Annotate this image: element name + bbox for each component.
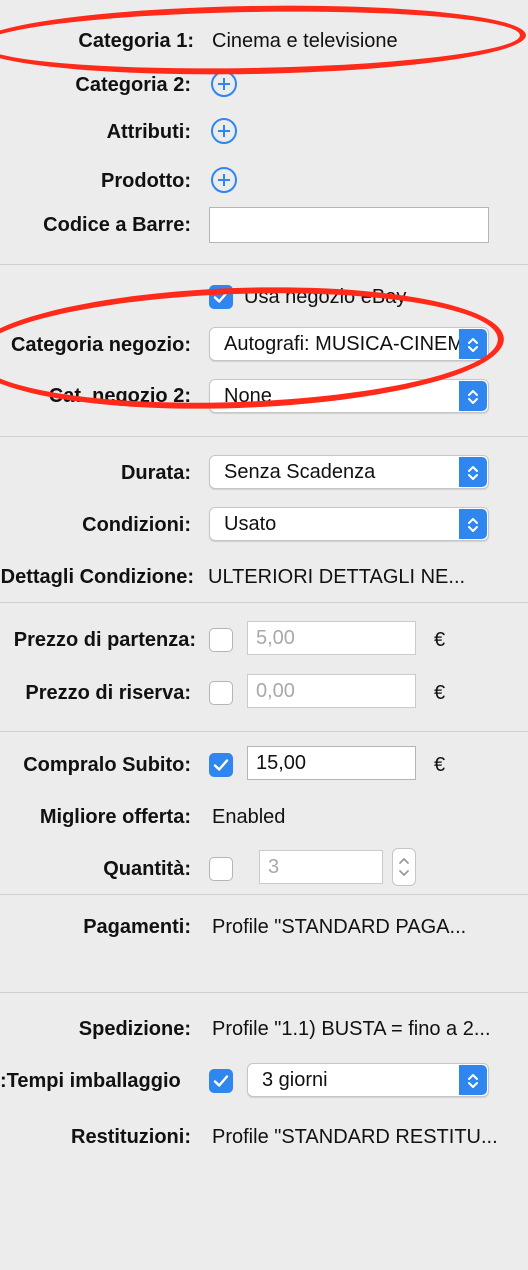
- compralo-subito-input[interactable]: 15,00: [247, 746, 416, 780]
- migliore-offerta-label: Migliore offerta:: [39, 806, 191, 828]
- separator: [0, 602, 528, 603]
- prezzo-partenza-label: Prezzo di partenza:: [13, 629, 196, 651]
- spedizione-label: Spedizione:: [78, 1018, 191, 1040]
- codice-barre-input[interactable]: [209, 207, 489, 243]
- quantita-label: Quantità:: [103, 858, 191, 880]
- cat-negozio2-popup[interactable]: None: [209, 379, 489, 413]
- compralo-subito-label: Compralo Subito:: [23, 754, 191, 776]
- durata-popup[interactable]: Senza Scadenza: [209, 455, 489, 489]
- categoria2-label: Categoria 2:: [75, 74, 191, 96]
- codice-barre-label: Codice a Barre:: [43, 214, 191, 236]
- prezzo-partenza-checkbox[interactable]: [209, 628, 233, 652]
- up-down-chevron-icon: [459, 509, 487, 539]
- durata-label: Durata:: [120, 462, 191, 484]
- separator: [0, 264, 528, 265]
- up-down-chevron-icon: [459, 381, 487, 411]
- categoria1-label: Categoria 1:: [78, 30, 194, 52]
- categoria2-add-icon[interactable]: [211, 71, 237, 97]
- attributi-label: Attributi:: [106, 121, 191, 143]
- prezzo-partenza-input[interactable]: 5,00: [247, 621, 416, 655]
- checkmark-icon: [213, 759, 229, 771]
- compralo-subito-checkbox[interactable]: [209, 753, 233, 777]
- quantita-checkbox[interactable]: [209, 857, 233, 881]
- categoria-negozio-label: Categoria negozio:: [10, 334, 191, 356]
- cat-negozio2-value: None: [224, 385, 272, 407]
- compralo-subito-currency: €: [434, 754, 446, 776]
- checkmark-icon: [213, 1075, 229, 1087]
- tempi-imballaggio-popup[interactable]: 3 giorni: [247, 1063, 489, 1097]
- restituzioni-label: Restituzioni:: [71, 1126, 191, 1148]
- prezzo-riserva-label: Prezzo di riserva:: [25, 682, 191, 704]
- dettagli-condizione-value: ULTERIORI DETTAGLI NE...: [208, 565, 480, 589]
- condizioni-popup[interactable]: Usato: [209, 507, 489, 541]
- prodotto-add-icon[interactable]: [211, 167, 237, 193]
- quantita-stepper[interactable]: [392, 848, 416, 886]
- spedizione-value: Profile "1.1) BUSTA = fino a 2...: [212, 1018, 491, 1040]
- prezzo-riserva-checkbox[interactable]: [209, 681, 233, 705]
- prezzo-riserva-currency: €: [434, 682, 446, 704]
- condizioni-value: Usato: [224, 513, 277, 535]
- prezzo-partenza-currency: €: [434, 629, 446, 651]
- usa-negozio-checkbox[interactable]: [209, 285, 233, 309]
- tempi-imballaggio-checkbox[interactable]: [209, 1069, 233, 1093]
- up-down-chevron-icon: [459, 457, 487, 487]
- separator: [0, 992, 528, 993]
- tempi-imballaggio-label: Tempi imballaggio:: [0, 1070, 181, 1092]
- quantita-input[interactable]: 3: [259, 850, 383, 884]
- dettagli-condizione-label: Dettagli Condizione:: [0, 566, 194, 588]
- categoria-negozio-value: Autografi: MUSICA-CINEMA: [224, 333, 478, 355]
- prezzo-riserva-input[interactable]: 0,00: [247, 674, 416, 708]
- restituzioni-value: Profile "STANDARD RESTITU...: [212, 1126, 498, 1148]
- attributi-add-icon[interactable]: [211, 118, 237, 144]
- cat-negozio2-label: Cat. negozio 2:: [48, 385, 191, 407]
- checkmark-icon: [213, 291, 229, 303]
- separator: [0, 731, 528, 732]
- up-down-chevron-icon: [459, 1065, 487, 1095]
- condizioni-label: Condizioni:: [82, 514, 191, 536]
- pagamenti-label: Pagamenti:: [83, 916, 191, 938]
- separator: [0, 894, 528, 895]
- durata-value: Senza Scadenza: [224, 461, 376, 483]
- separator: [0, 436, 528, 437]
- migliore-offerta-value: Enabled: [212, 806, 286, 828]
- up-down-chevron-icon: [399, 858, 409, 876]
- categoria1-value: Cinema e televisione: [212, 30, 398, 52]
- usa-negozio-label: Usa negozio eBay: [244, 286, 407, 308]
- pagamenti-value: Profile "STANDARD PAGA...: [212, 916, 467, 938]
- up-down-chevron-icon: [459, 329, 487, 359]
- categoria-negozio-popup[interactable]: Autografi: MUSICA-CINEMA: [209, 327, 489, 361]
- prodotto-label: Prodotto:: [101, 170, 191, 192]
- tempi-imballaggio-value: 3 giorni: [262, 1069, 328, 1091]
